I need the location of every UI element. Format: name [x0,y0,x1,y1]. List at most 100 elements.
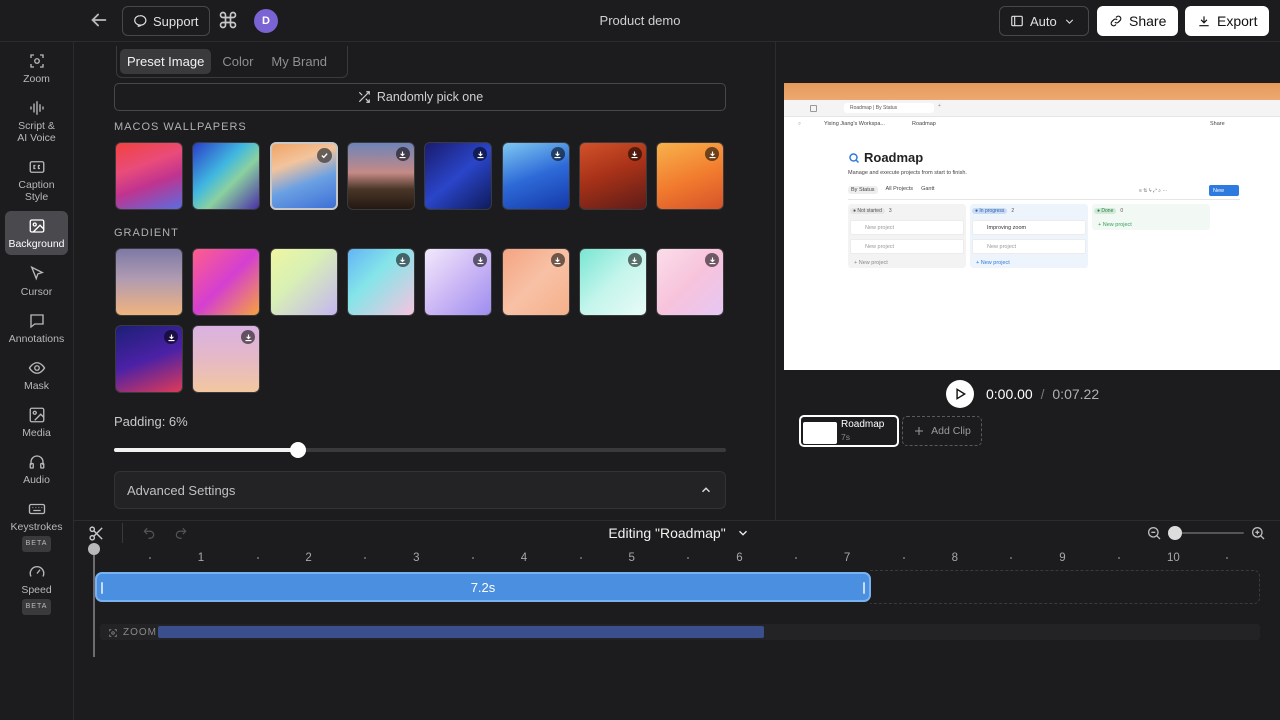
playback-controls: 0:00.00 / 0:07.22 [946,380,1099,408]
plus-icon: + [938,103,941,109]
view-tab: All Projects [885,186,914,192]
zoom-in-icon[interactable] [1250,525,1266,541]
ruler-half-tick [1225,557,1228,559]
gradient-thumbnail[interactable] [346,248,415,316]
total-time: 0:07.22 [1052,386,1100,402]
gradient-thumbnail[interactable] [578,248,647,316]
export-button[interactable]: Export [1185,6,1270,36]
sidebar-item-media[interactable]: Media [5,406,68,439]
back-arrow-icon[interactable] [88,9,110,31]
gradient-thumbnail[interactable] [192,325,261,393]
sidebar-item-mask[interactable]: Mask [5,359,68,392]
avatar[interactable]: D [254,9,278,33]
layout-dropdown[interactable]: Auto [999,6,1089,36]
random-pick-button[interactable]: Randomly pick one [114,83,726,111]
timeline-zoom-handle[interactable] [1168,526,1182,540]
download-icon[interactable] [473,253,488,267]
share-button[interactable]: Share [1097,6,1179,36]
wallpaper-thumbnail[interactable] [578,142,647,210]
background-type-tabs: Preset Image Color My Brand [116,46,348,78]
ruler-tick-label: 3 [413,552,420,564]
padding-slider[interactable] [114,442,726,458]
sidebar-item-audio[interactable]: Audio [5,453,68,486]
tab-preset-image[interactable]: Preset Image [120,49,212,74]
sidebar-item-zoom[interactable]: Zoom [5,52,68,85]
download-icon[interactable] [473,147,488,161]
view-tab: By Status [848,186,878,194]
column-header: ● Done 0 [1094,206,1208,216]
share-label: Share [1129,13,1167,29]
download-icon[interactable] [395,253,410,267]
undo-icon[interactable] [142,526,156,540]
top-bar: Support D Product demo Auto Share Export [0,0,1280,42]
layout-icon [1011,15,1023,27]
download-icon[interactable] [705,147,720,161]
gradient-thumbnail[interactable] [501,248,570,316]
download-icon[interactable] [550,253,565,267]
gradient-section-title: GRADIENT [114,227,179,239]
command-icon[interactable] [218,10,238,30]
column-header: ● Not started 3 [850,206,964,216]
wallpaper-thumbnail[interactable] [269,142,338,210]
sidebar-item-label: Annotations [8,333,65,345]
sidebar-item-background[interactable]: Background [5,211,68,255]
tab-my-brand[interactable]: My Brand [264,49,334,74]
zoom-track-label: ZOOM [108,627,157,638]
ruler-half-tick [256,557,259,559]
download-icon[interactable] [627,253,642,267]
clip-card-roadmap[interactable]: Roadmap 7s [799,415,899,447]
zoom-segment[interactable] [158,626,764,638]
download-icon[interactable] [164,330,178,344]
check-icon [316,148,332,163]
roadmap-new-button: New [1209,185,1239,196]
tab-color[interactable]: Color [215,49,260,74]
gradient-thumbnail[interactable] [424,248,493,316]
support-button[interactable]: Support [122,6,210,36]
keyboard-icon [28,503,45,515]
padding-slider-handle[interactable] [289,442,306,458]
download-icon[interactable] [550,147,565,161]
timeline-clip[interactable]: 7.2s [95,572,871,602]
sidebar-item-speed[interactable]: Speed BETA [5,563,68,615]
video-preview[interactable]: Roadmap | By Status + ⌕ Yixing Jiang's W… [784,83,1280,370]
redo-icon[interactable] [174,526,188,540]
wallpaper-thumbnail[interactable] [501,142,570,210]
timeline-zoom-slider[interactable] [1168,526,1244,540]
wallpaper-thumbnail[interactable] [192,142,261,210]
clip-left-handle[interactable] [101,582,103,594]
download-icon[interactable] [395,147,410,161]
scissors-icon[interactable] [88,525,105,542]
clip-right-handle[interactable] [863,582,865,594]
gradient-thumbnail[interactable] [269,248,338,316]
download-icon[interactable] [627,147,642,161]
sidebar-item-caption-style[interactable]: Caption Style [5,158,68,203]
wallpaper-thumbnail[interactable] [424,142,493,210]
sidebar-item-keystrokes[interactable]: Keystrokes BETA [5,500,68,552]
layout-label: Auto [1030,13,1057,29]
gradient-thumbnail[interactable] [115,325,183,393]
add-clip-button[interactable]: Add Clip [902,416,982,446]
sidebar-item-label: Keystrokes [10,521,63,533]
playhead-handle[interactable] [88,543,100,555]
document-title[interactable]: Product demo [540,13,740,28]
time-separator: / [1040,386,1045,402]
gradient-thumbnail[interactable] [192,248,261,316]
wallpaper-thumbnail[interactable] [346,142,415,210]
advanced-settings-toggle[interactable]: Advanced Settings [114,471,726,509]
sidebar-item-script[interactable]: Script & AI Voice [5,99,68,144]
chevron-down-icon [738,530,747,536]
column-count: 3 [888,208,892,214]
download-icon[interactable] [241,330,256,344]
sidebar-item-annotations[interactable]: Annotations [5,312,68,345]
play-button[interactable] [946,380,974,408]
editing-clip-dropdown[interactable]: Editing "Roadmap" [574,525,784,541]
zoom-out-icon[interactable] [1146,525,1162,541]
sidebar-item-cursor[interactable]: Cursor [5,265,68,298]
ruler-tick-label: 10 [1167,552,1180,564]
roadmap-subtitle: Manage and execute projects from start t… [848,170,967,176]
gradient-thumbnail[interactable] [656,248,725,316]
download-icon[interactable] [705,253,720,267]
gradient-thumbnail[interactable] [115,248,183,316]
wallpaper-thumbnail[interactable] [115,142,183,210]
wallpaper-thumbnail[interactable] [656,142,725,210]
